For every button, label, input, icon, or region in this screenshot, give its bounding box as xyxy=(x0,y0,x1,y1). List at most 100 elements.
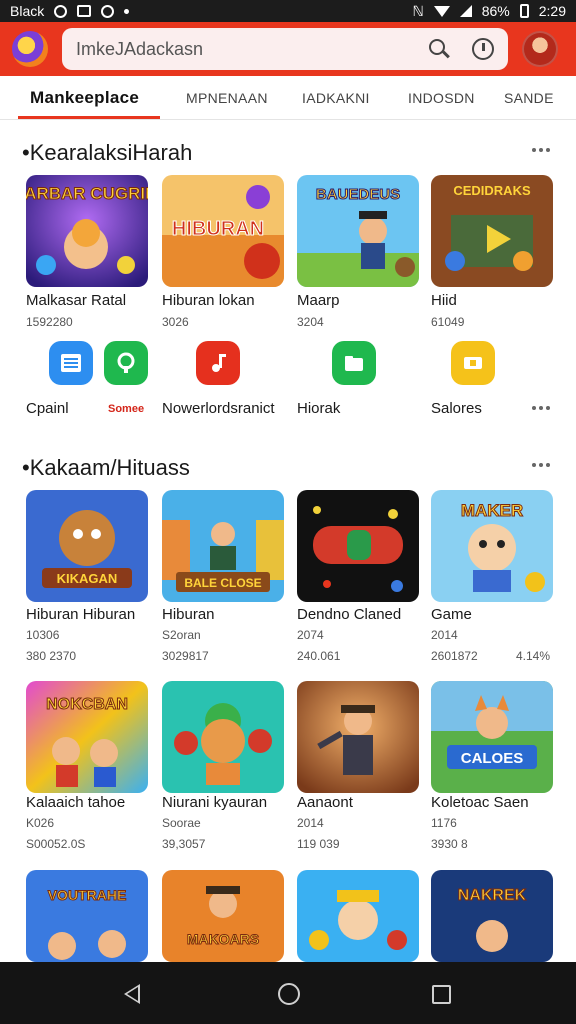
music-app-icon[interactable] xyxy=(196,341,240,385)
status-bar: Black ℕ 86% 2:29 xyxy=(0,0,576,22)
app-stat: 10306 xyxy=(26,628,60,642)
app-tile[interactable] xyxy=(162,681,284,793)
app-stat-secondary: 2601872 xyxy=(431,649,478,663)
app-stat: 2014 xyxy=(297,816,324,830)
carrier-label: Black xyxy=(10,3,45,19)
small-app-name: Hiorak xyxy=(297,400,341,417)
search-box[interactable] xyxy=(62,28,508,70)
more-options-icon[interactable] xyxy=(532,406,552,412)
app-tile[interactable]: NAKREK xyxy=(431,870,553,962)
notification-dot-icon xyxy=(124,8,130,14)
history-icon[interactable] xyxy=(472,38,494,60)
app-name: Hiburan Hiburan xyxy=(26,606,136,623)
app-logo[interactable] xyxy=(12,31,48,67)
tab-indosdn[interactable]: INDOSDN xyxy=(408,90,475,106)
no-sim-icon: ℕ xyxy=(412,2,424,19)
location-pin-icon xyxy=(117,352,135,373)
tab-marketplace[interactable]: Mankeeplace xyxy=(30,88,139,108)
tile-art-text: HIBURAN xyxy=(172,218,264,240)
tile-art-text: KARBAR CUGRINI xyxy=(26,184,148,203)
app-stat: 2014 xyxy=(431,628,458,642)
wifi-icon xyxy=(433,5,450,17)
ticket-app-icon[interactable] xyxy=(451,341,495,385)
tile-art-text: NOKCBAN xyxy=(46,696,128,713)
back-icon[interactable] xyxy=(124,984,140,1004)
battery-icon xyxy=(519,4,529,18)
app-stat: 1592280 xyxy=(26,315,73,329)
game-art-image: KARBAR CUGRINI xyxy=(26,175,148,287)
game-art-image: NOKCBAN xyxy=(26,681,148,793)
tile-art-text: KIKAGAN xyxy=(57,571,118,586)
app-tile[interactable] xyxy=(297,490,419,602)
search-input[interactable] xyxy=(76,38,422,60)
search-icon[interactable] xyxy=(428,38,450,60)
tab-sande[interactable]: SANDE xyxy=(504,90,554,106)
clock-time: 2:29 xyxy=(538,3,566,19)
pin-app-icon[interactable] xyxy=(104,341,148,385)
app-bar xyxy=(0,22,576,76)
more-options-icon[interactable] xyxy=(532,463,552,469)
avatar[interactable] xyxy=(522,31,558,67)
section-title: •Kakaam/Hituass xyxy=(22,455,190,480)
game-art-image xyxy=(297,681,419,793)
game-art-image: CALOES xyxy=(431,681,553,793)
app-tile[interactable]: VOUTRAHE xyxy=(26,870,148,962)
app-stat: 2074 xyxy=(297,628,324,642)
signal-icon xyxy=(459,5,472,17)
app-name: Hiburan lokan xyxy=(162,292,255,309)
app-stat: 61049 xyxy=(431,315,465,329)
tab-iadkakni[interactable]: IADKAKNI xyxy=(302,90,370,106)
more-options-icon[interactable] xyxy=(532,148,552,154)
battery-percent: 86% xyxy=(481,3,510,19)
app-stat: 3026 xyxy=(162,315,189,329)
app-name: Niurani kyauran xyxy=(162,794,268,811)
record-icon xyxy=(101,4,115,18)
app-tile[interactable]: CEDIDRAKS xyxy=(431,175,553,287)
app-tile[interactable]: NOKCBAN xyxy=(26,681,148,793)
app-tile[interactable]: KIKAGAN xyxy=(26,490,148,602)
app-stat-secondary: 3930 8 xyxy=(431,837,468,851)
app-stat: 1176 xyxy=(431,816,457,830)
app-name: Aanaont xyxy=(297,794,353,811)
section-title: •KearalaksiHarah xyxy=(22,140,193,165)
app-stat-secondary: 380 2370 xyxy=(26,649,77,663)
game-art-image: NAKREK xyxy=(431,870,553,962)
small-app-name: Nowerlordsranict xyxy=(162,400,275,417)
game-art-image: BALE CLOSE xyxy=(162,490,284,602)
app-stat: Soorae xyxy=(162,816,201,830)
recent-apps-icon[interactable] xyxy=(432,985,451,1004)
tile-art-text: BAUEDEUS xyxy=(316,186,400,203)
app-name: Game xyxy=(431,606,472,623)
game-art-image: MAKER xyxy=(431,490,553,602)
promo-badge: Somee xyxy=(108,403,145,415)
list-icon xyxy=(61,354,81,372)
ticket-icon xyxy=(464,357,482,369)
app-stat-secondary: 240.061 xyxy=(297,649,341,663)
app-tile[interactable]: CALOES xyxy=(431,681,553,793)
game-art-image: BAUEDEUS xyxy=(297,175,419,287)
game-art-image xyxy=(297,870,419,962)
game-art-image: VOUTRAHE xyxy=(26,870,148,962)
app-tile[interactable] xyxy=(297,870,419,962)
active-tab-indicator xyxy=(18,116,160,119)
app-tile[interactable] xyxy=(297,681,419,793)
small-app-name: Salores xyxy=(431,400,482,417)
app-tile[interactable]: BAUEDEUS xyxy=(297,175,419,287)
folder-app-icon[interactable] xyxy=(332,341,376,385)
game-art-image: HIBURAN xyxy=(162,175,284,287)
app-name: Malkasar Ratal xyxy=(26,292,127,309)
app-tile[interactable]: MAKER xyxy=(431,490,553,602)
sync-icon xyxy=(54,4,68,18)
tile-art-text: MAKER xyxy=(461,501,523,520)
list-app-icon[interactable] xyxy=(49,341,93,385)
game-art-image: MAKOARS xyxy=(162,870,284,962)
app-rating: 4.14% xyxy=(516,649,551,663)
app-tile[interactable]: HIBURAN xyxy=(162,175,284,287)
app-name: Hiburan xyxy=(162,606,215,623)
app-tile[interactable]: BALE CLOSE xyxy=(162,490,284,602)
app-tile[interactable]: KARBAR CUGRINI xyxy=(26,175,148,287)
game-art-image xyxy=(162,681,284,793)
home-icon[interactable] xyxy=(278,983,300,1005)
tab-mpnenaan[interactable]: MPNENAAN xyxy=(186,90,268,106)
app-tile[interactable]: MAKOARS xyxy=(162,870,284,962)
